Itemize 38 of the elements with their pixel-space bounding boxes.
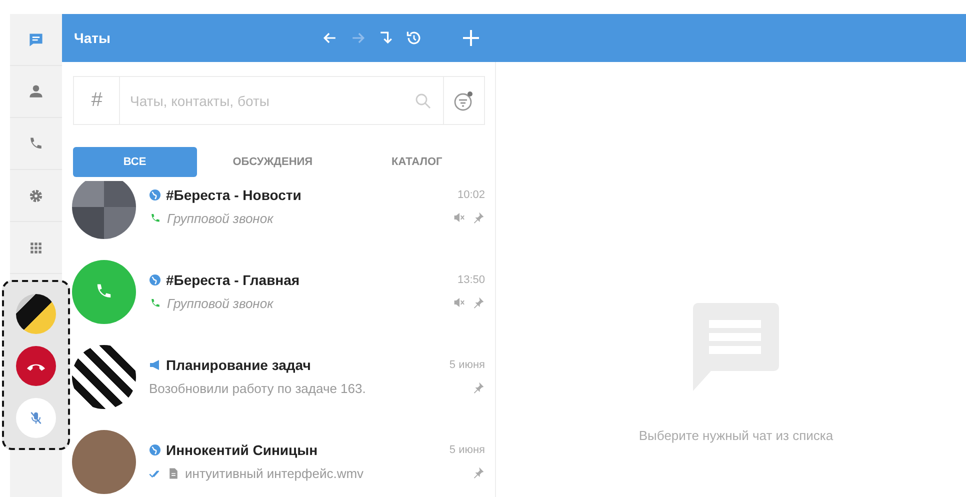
megaphone-icon	[149, 359, 161, 371]
header-title: Чаты	[74, 30, 110, 46]
hang-up-button[interactable]	[16, 346, 56, 386]
filter-tab[interactable]: КАТАЛОГ	[348, 147, 485, 177]
chat-name: Иннокентий Синицын	[166, 442, 318, 458]
history-icon[interactable]	[405, 29, 423, 47]
timestamp: 5 июня	[449, 444, 485, 456]
hang-up-icon	[27, 362, 45, 370]
message-preview: Групповой звонок	[167, 211, 274, 226]
message-preview: интуитивный интерфейс.wmv	[185, 466, 364, 481]
microphone-button[interactable]	[16, 398, 56, 438]
chat-item[interactable]: Планирование задач Возобновили работу по задаче 163. 5 июня	[62, 334, 495, 419]
chat-name: #Береста - Главная	[166, 272, 300, 288]
timestamp: 13:50	[457, 274, 485, 286]
muted-microphone-icon	[28, 410, 44, 426]
person-icon	[27, 82, 45, 100]
avatar[interactable]	[16, 294, 56, 334]
chat-name: #Береста - Новости	[166, 187, 302, 203]
empty-state-text: Выберите нужный чат из списка	[638, 428, 834, 443]
chat-name: Планирование задач	[166, 357, 311, 373]
chat-avatar	[72, 181, 136, 238]
filter-tab[interactable]: ВСЕ	[73, 147, 197, 177]
message-preview: Возобновили работу по задаче 163.	[149, 381, 366, 396]
chat-item[interactable]: #Береста - Новости Групповой звонок 10:02	[62, 181, 495, 249]
globe-icon	[149, 189, 161, 201]
document-icon	[167, 467, 180, 480]
message-preview: Групповой звонок	[167, 296, 274, 311]
timestamp: 5 июня	[449, 359, 485, 371]
globe-icon	[149, 274, 161, 286]
chat-item[interactable]: Иннокентий Синицын интуитивный интерфейс.wmv 5 июня	[62, 419, 495, 497]
timestamp: 10:02	[457, 189, 485, 201]
globe-icon	[149, 444, 161, 456]
filter-tab[interactable]: ОБСУЖДЕНИЯ	[204, 147, 341, 177]
filter-icon[interactable]	[453, 90, 475, 112]
chat-icon	[27, 30, 45, 48]
add-icon[interactable]	[461, 28, 481, 48]
search-field[interactable]: # Чаты, контакты, боты	[73, 76, 485, 125]
chat-item[interactable]: #Береста - Главная Групповой звонок 13:50	[62, 249, 495, 334]
